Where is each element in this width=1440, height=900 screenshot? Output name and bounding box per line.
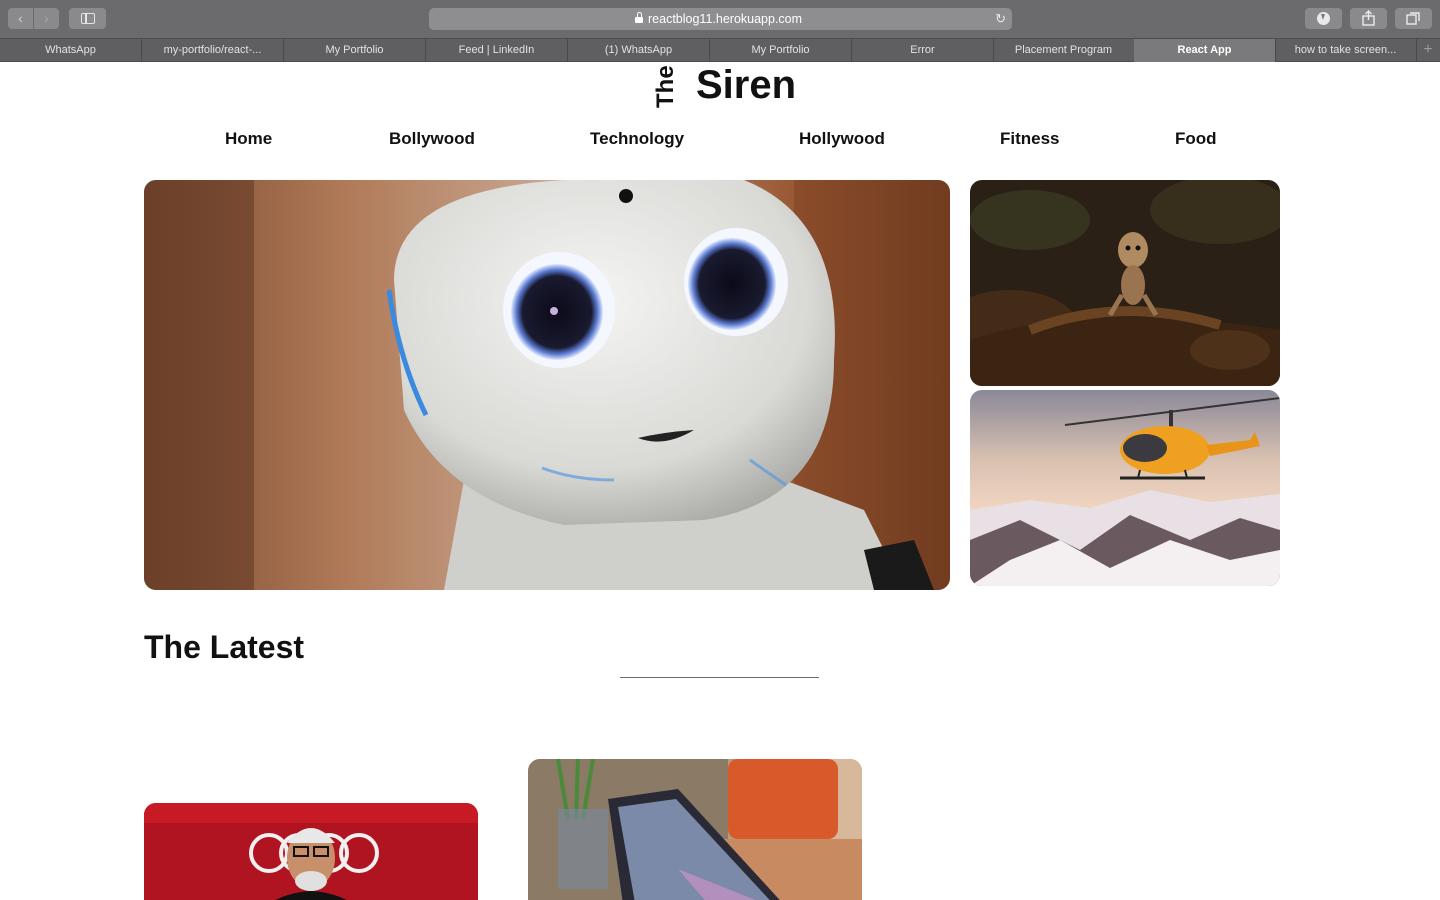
sidebar-toggle-button[interactable] — [69, 8, 106, 29]
browser-tab[interactable]: My Portfolio — [710, 39, 852, 62]
tab-overview-icon — [1406, 12, 1420, 25]
section-divider — [620, 677, 819, 678]
browser-tab-active[interactable]: React App — [1134, 39, 1276, 62]
sidebar-icon — [81, 13, 95, 24]
main-navigation: Home Bollywood Technology Hollywood Fitn… — [0, 129, 1440, 153]
web-page: The Siren Home Bollywood Technology Holl… — [0, 63, 1440, 900]
helicopter-photo — [970, 390, 1280, 586]
reload-icon[interactable]: ↻ — [995, 11, 1006, 27]
url-text: reactblog11.herokuapp.com — [648, 12, 803, 26]
nav-link-home[interactable]: Home — [225, 129, 272, 149]
nav-link-food[interactable]: Food — [1175, 129, 1217, 149]
logo-the-text: The — [652, 65, 679, 108]
amitabh-bachchan-photo — [144, 803, 478, 900]
nav-link-bollywood[interactable]: Bollywood — [389, 129, 475, 149]
hero-article-image[interactable] — [144, 180, 950, 590]
tab-bar: WhatsApp my-portfolio/react-... My Portf… — [0, 38, 1440, 62]
robot-photo — [144, 180, 950, 590]
side-article-image-top[interactable] — [970, 180, 1280, 386]
share-icon — [1362, 10, 1375, 26]
browser-tab[interactable]: Error — [852, 39, 994, 62]
address-bar[interactable]: reactblog11.herokuapp.com ↻ — [429, 8, 1012, 30]
new-tab-button[interactable]: + — [1416, 39, 1440, 62]
tab-overview-button[interactable] — [1395, 8, 1432, 29]
logo-siren-text: Siren — [696, 63, 797, 107]
download-button[interactable] — [1305, 8, 1342, 29]
latest-article-image-2[interactable] — [528, 759, 862, 900]
chevron-left-icon: ‹ — [18, 10, 23, 26]
latest-article-image-1[interactable] — [144, 803, 478, 900]
nav-link-hollywood[interactable]: Hollywood — [799, 129, 885, 149]
browser-tab[interactable]: (1) WhatsApp — [568, 39, 710, 62]
browser-tab[interactable]: my-portfolio/react-... — [142, 39, 284, 62]
browser-toolbar: ‹ › reactblog11.herokuapp.com ↻ — [0, 0, 1440, 38]
nav-link-fitness[interactable]: Fitness — [1000, 129, 1060, 149]
lock-icon — [635, 12, 643, 23]
tablet-on-table-photo — [528, 759, 862, 900]
site-logo[interactable]: The Siren — [645, 63, 805, 113]
side-article-image-bottom[interactable] — [970, 390, 1280, 586]
browser-tab[interactable]: WhatsApp — [0, 39, 142, 62]
browser-tab[interactable]: Feed | LinkedIn — [426, 39, 568, 62]
browser-tab[interactable]: how to take screen... — [1275, 39, 1417, 62]
groot-figure-photo — [970, 180, 1280, 386]
latest-section-heading: The Latest — [144, 629, 305, 665]
browser-tab[interactable]: My Portfolio — [284, 39, 426, 62]
forward-button[interactable]: › — [34, 8, 59, 29]
share-button[interactable] — [1350, 8, 1387, 29]
browser-tab[interactable]: Placement Program — [993, 39, 1135, 62]
chevron-right-icon: › — [44, 10, 49, 26]
nav-link-technology[interactable]: Technology — [590, 129, 684, 149]
plus-icon: + — [1423, 41, 1433, 58]
back-button[interactable]: ‹ — [8, 8, 33, 29]
